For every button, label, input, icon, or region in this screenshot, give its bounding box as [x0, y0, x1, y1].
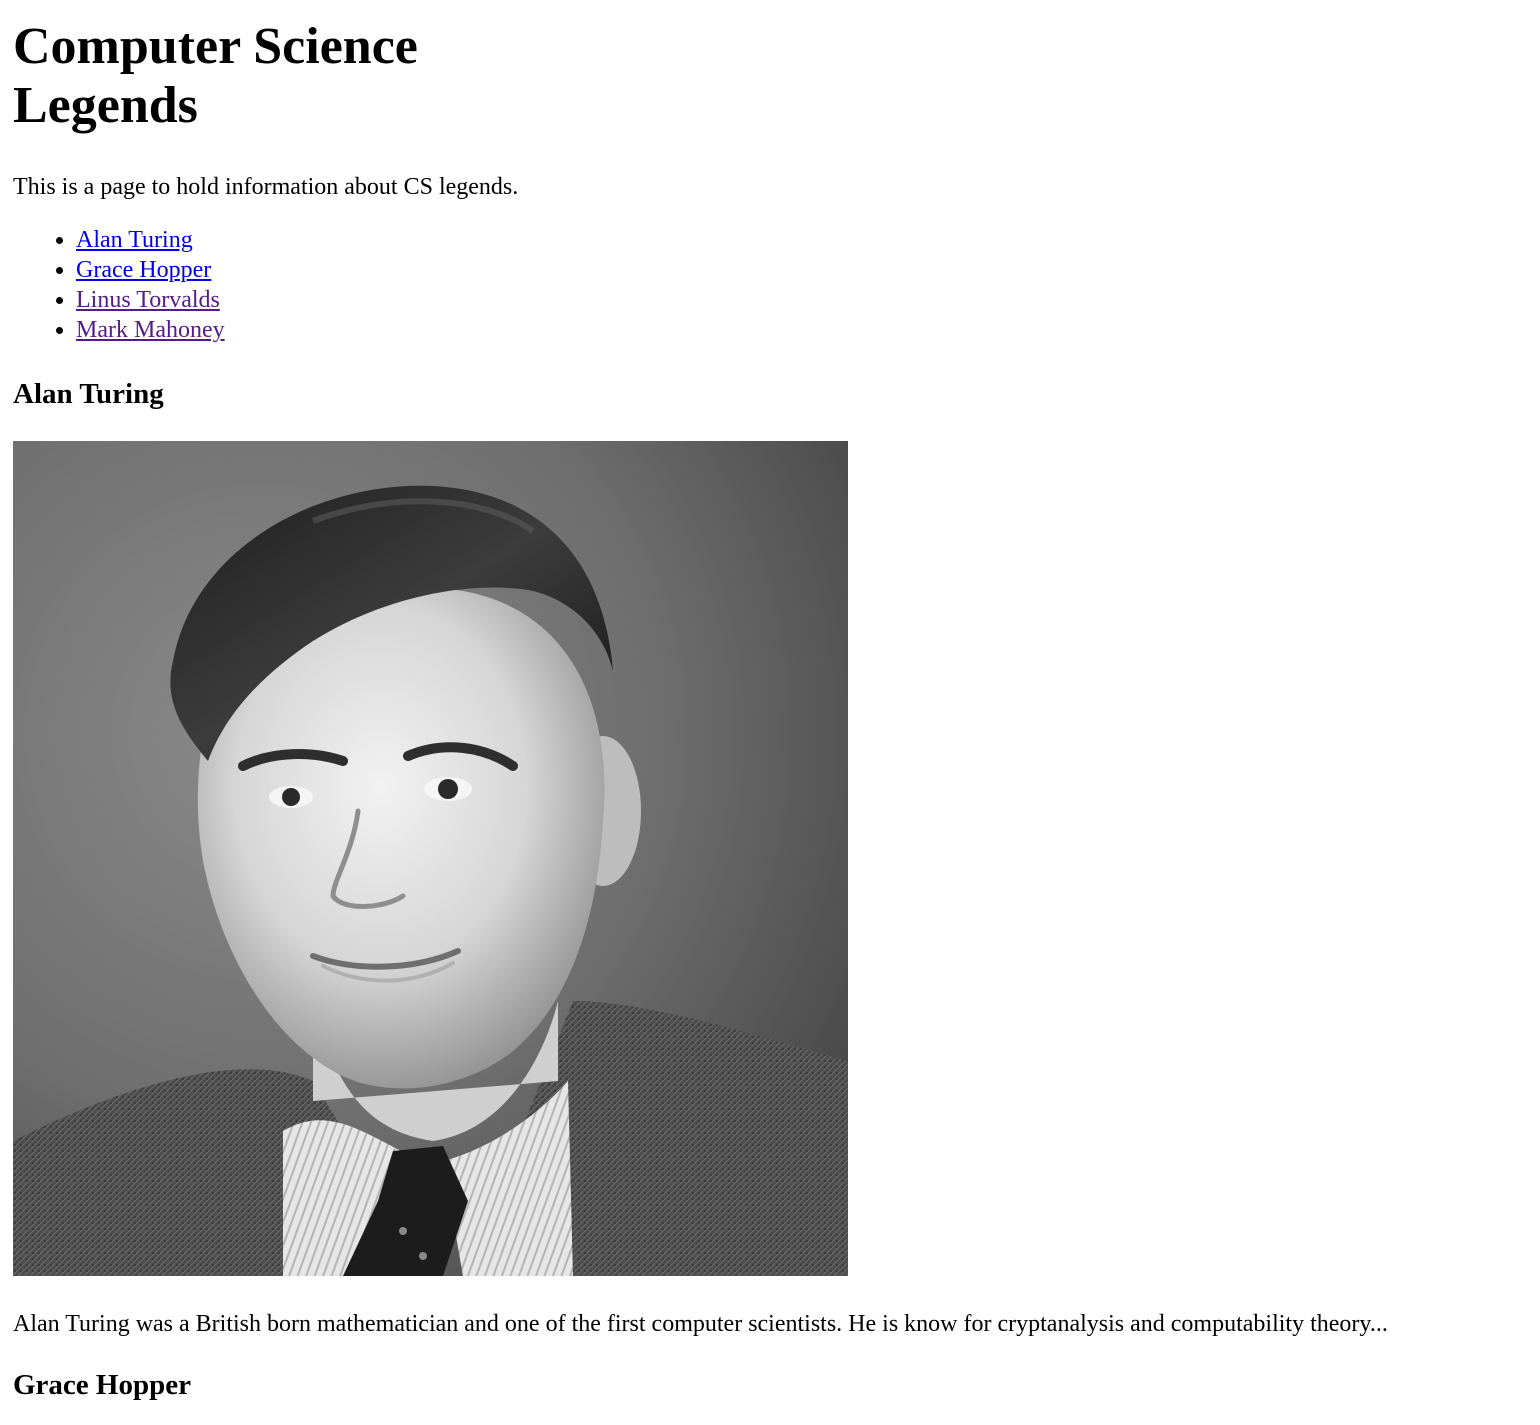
list-item: Grace Hopper — [76, 255, 1527, 285]
list-item: Mark Mahoney — [76, 315, 1527, 345]
section-heading-grace-hopper: Grace Hopper — [13, 1369, 191, 1401]
page-title: Computer Science Legends — [13, 18, 418, 134]
legend-nav-list: Alan Turing Grace Hopper Linus Torvalds … — [13, 225, 1527, 345]
link-mark-mahoney[interactable]: Mark Mahoney — [76, 317, 225, 343]
intro-text: This is a page to hold information about… — [13, 174, 519, 200]
portrait-photo — [13, 441, 848, 1276]
link-grace-hopper[interactable]: Grace Hopper — [76, 257, 211, 283]
section-heading-alan-turing: Alan Turing — [13, 378, 164, 410]
link-alan-turing[interactable]: Alan Turing — [76, 227, 193, 253]
page-content: Computer Science Legends This is a page … — [0, 0, 1540, 1402]
list-item: Linus Torvalds — [76, 285, 1527, 315]
link-linus-torvalds[interactable]: Linus Torvalds — [76, 287, 220, 313]
list-item: Alan Turing — [76, 225, 1527, 255]
bio-alan-turing: Alan Turing was a British born mathemati… — [13, 1311, 1388, 1337]
